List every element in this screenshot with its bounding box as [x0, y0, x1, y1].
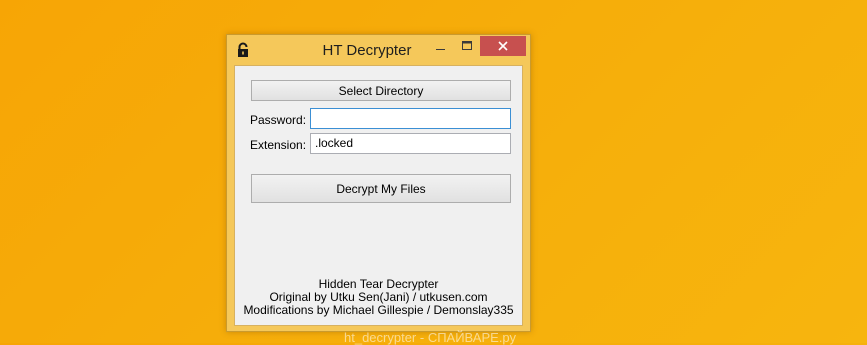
credits-modifications: Modifications by Michael Gillespie / Dem…	[243, 303, 514, 317]
decrypt-files-label: Decrypt My Files	[336, 181, 426, 196]
title-bar[interactable]: HT Decrypter	[227, 35, 530, 65]
desktop-background: HT Decrypter Select Directory Password: …	[0, 0, 867, 345]
select-directory-button[interactable]: Select Directory	[251, 80, 511, 101]
client-area: Select Directory Password: Extension: .l…	[234, 65, 523, 326]
minimize-button[interactable]	[429, 36, 453, 56]
minimize-icon	[436, 49, 445, 50]
select-directory-label: Select Directory	[338, 83, 424, 98]
close-button[interactable]	[480, 36, 526, 56]
padlock-icon	[238, 42, 248, 57]
extension-input[interactable]: .locked	[310, 133, 511, 154]
credits-block: Hidden Tear Decrypter Original by Utku S…	[235, 278, 522, 317]
maximize-icon	[462, 41, 472, 50]
password-label: Password:	[250, 113, 307, 127]
extension-label: Extension:	[250, 138, 307, 152]
close-icon	[498, 41, 508, 51]
maximize-button[interactable]	[455, 36, 479, 56]
app-window: HT Decrypter Select Directory Password: …	[226, 34, 531, 332]
decrypt-files-button[interactable]: Decrypt My Files	[251, 174, 511, 203]
password-input[interactable]	[310, 108, 511, 129]
